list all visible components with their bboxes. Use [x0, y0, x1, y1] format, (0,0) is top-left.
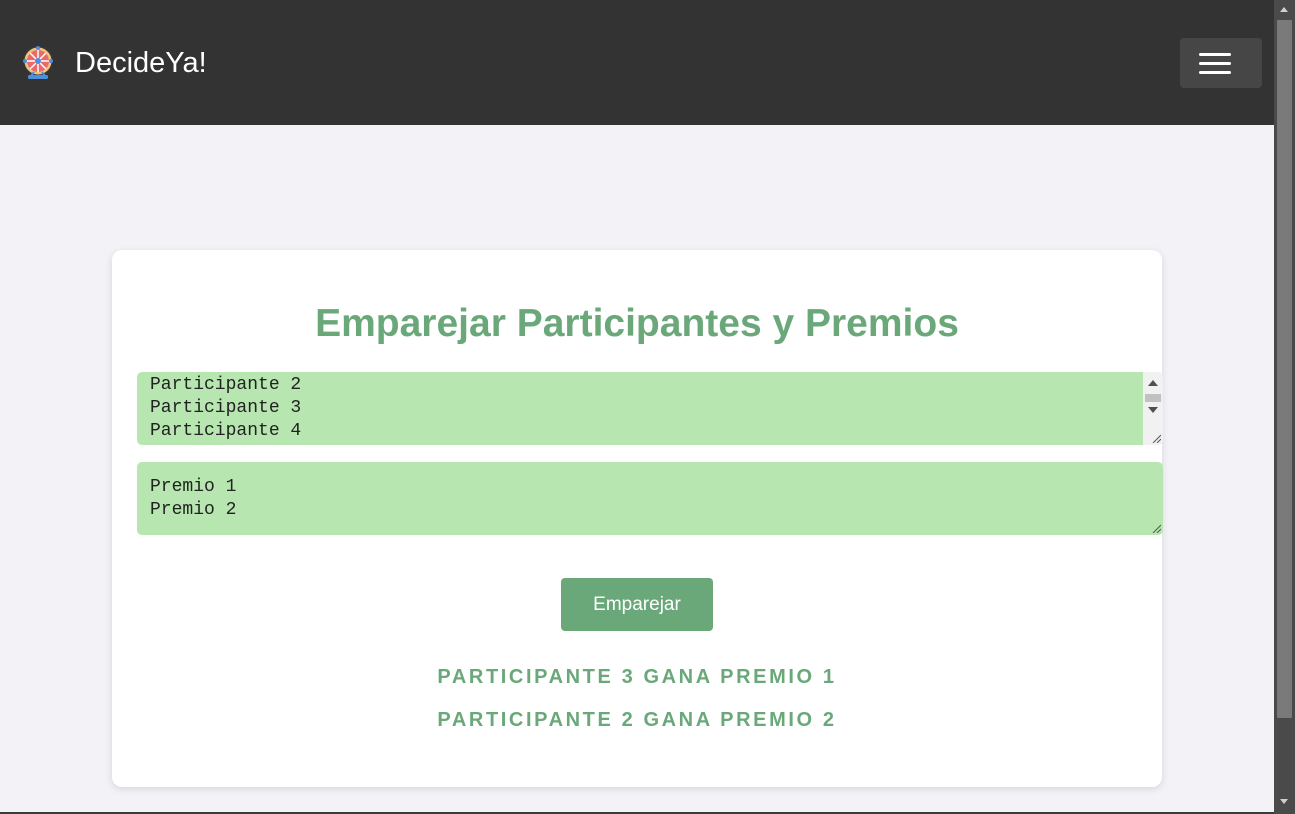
result-text: PARTICIPANTE 3 GANA PREMIO 1	[437, 666, 837, 688]
participant-line: Participante 2	[150, 375, 302, 395]
scroll-down-icon[interactable]	[1148, 407, 1158, 413]
result-text: PARTICIPANTE 2 GANA PREMIO 2	[437, 709, 837, 731]
scroll-up-icon[interactable]	[1148, 380, 1158, 386]
participant-line: Participante 4	[150, 421, 302, 441]
page-title: Emparejar Participantes y Premios	[315, 302, 959, 345]
resize-grip-icon[interactable]	[1151, 523, 1161, 533]
pair-button[interactable]: Emparejar	[561, 578, 713, 631]
page-scroll-thumb[interactable]	[1277, 20, 1292, 718]
page-scrollbar[interactable]	[1274, 0, 1295, 814]
resize-grip-icon[interactable]	[1151, 433, 1161, 443]
prize-line: Premio 1	[150, 477, 237, 497]
hamburger-menu-icon	[1199, 53, 1231, 56]
pairing-card: Emparejar Participantes y Premios Partic…	[112, 250, 1163, 787]
ferris-wheel-icon[interactable]	[20, 44, 56, 82]
scroll-up-icon[interactable]	[1280, 7, 1288, 12]
hamburger-menu-icon	[1199, 71, 1231, 74]
prize-line: Premio 2	[150, 500, 237, 520]
participant-line: Participante 3	[150, 398, 302, 418]
prizes-textarea[interactable]: Premio 1 Premio 2	[137, 462, 1163, 535]
participants-textarea[interactable]: Participante 2 Participante 3 Participan…	[137, 372, 1163, 445]
menu-toggle-button[interactable]	[1180, 38, 1262, 88]
scroll-down-icon[interactable]	[1280, 799, 1288, 804]
navbar: DecideYa!	[0, 0, 1274, 125]
scroll-thumb[interactable]	[1145, 394, 1161, 402]
hamburger-menu-icon	[1199, 62, 1231, 65]
brand-name[interactable]: DecideYa!	[75, 44, 207, 82]
